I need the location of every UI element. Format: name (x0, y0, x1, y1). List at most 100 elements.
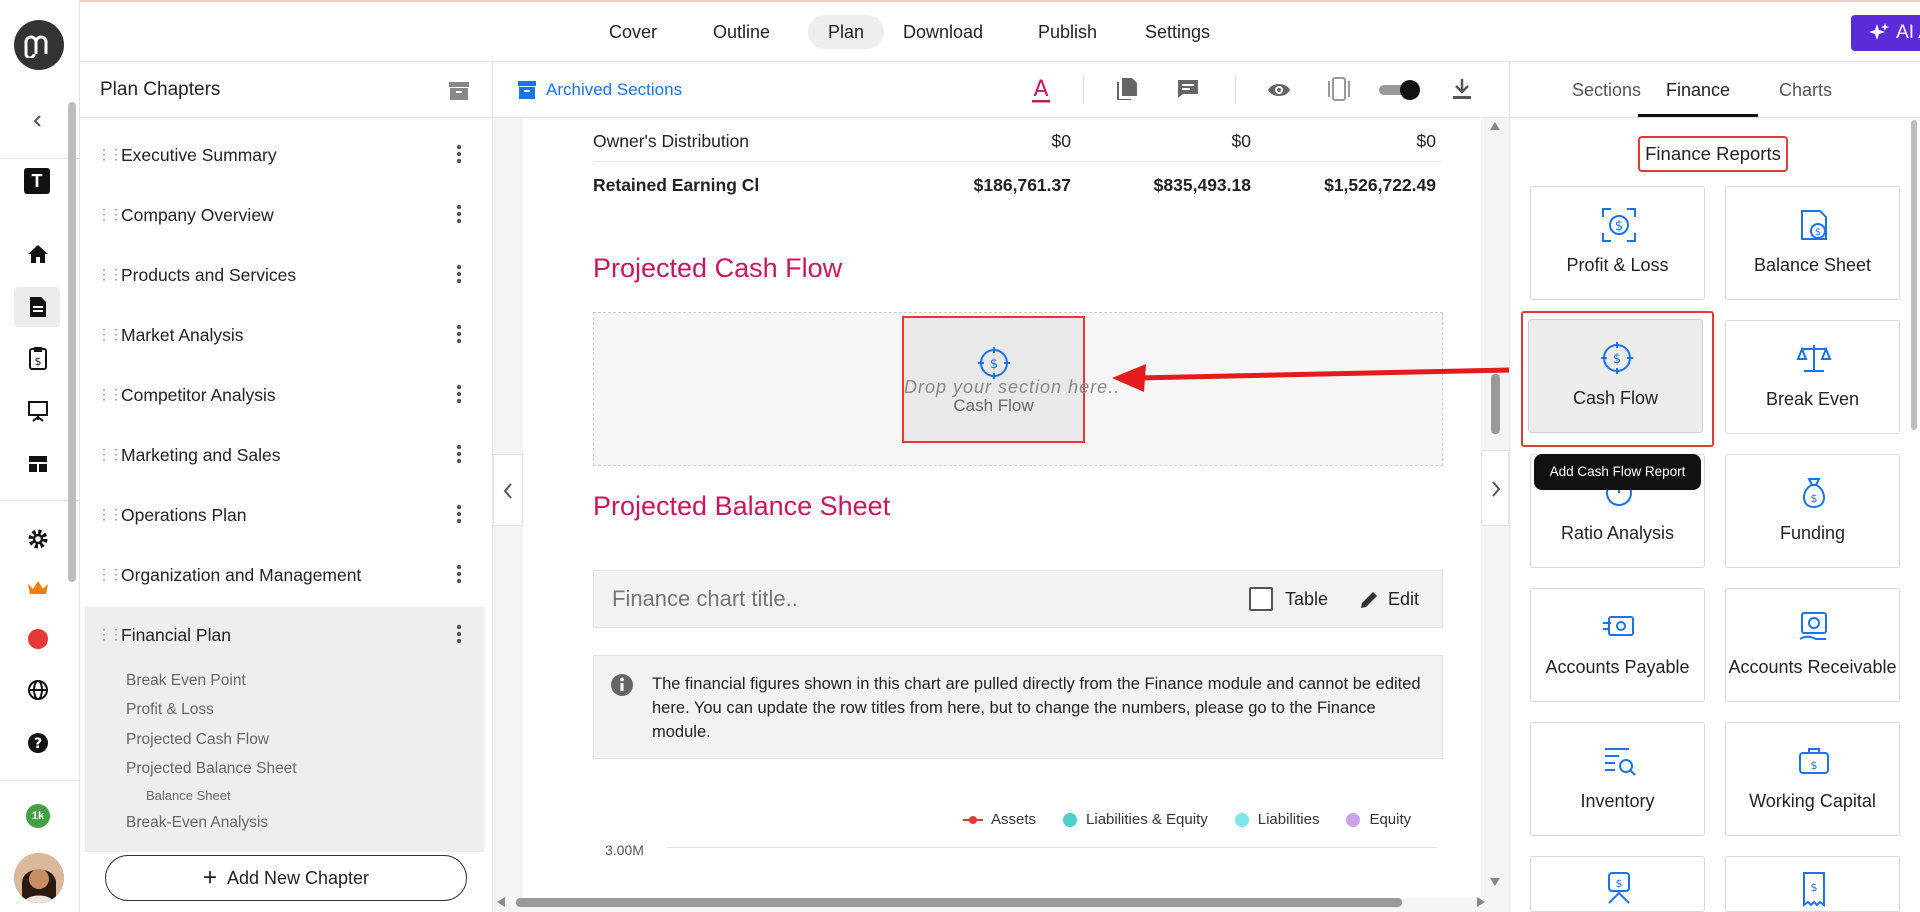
archived-sections-link[interactable]: Archived Sections (518, 80, 682, 100)
collapse-rail-icon[interactable] (25, 108, 51, 134)
report-card-break-even[interactable]: Break Even (1725, 320, 1900, 434)
record-icon[interactable] (25, 626, 51, 652)
drag-handle-icon[interactable]: ⋮⋮ (97, 566, 123, 583)
podium-dollar-icon: $ (1608, 872, 1630, 904)
pencil-icon (1361, 592, 1377, 608)
right-panel-scrollbar[interactable] (1911, 120, 1917, 430)
profit-loss-icon: $ (1602, 208, 1636, 242)
subsection-link[interactable]: Projected Cash Flow (126, 731, 269, 749)
subsection-link[interactable]: Balance Sheet (146, 788, 231, 803)
subsection-link[interactable]: Break-Even Analysis (126, 814, 268, 832)
cash-flow-icon: $ (978, 347, 1010, 379)
drag-handle-icon[interactable]: ⋮⋮ (97, 206, 123, 223)
report-card-more[interactable]: $ (1530, 856, 1705, 912)
text-color-icon[interactable]: A (1031, 76, 1051, 104)
subsection-link[interactable]: Break Even Point (126, 672, 246, 690)
report-card-balance-sheet[interactable]: $ Balance Sheet (1725, 186, 1900, 300)
drag-handle-icon[interactable]: ⋮⋮ (97, 326, 123, 343)
drag-handle-icon[interactable]: ⋮⋮ (97, 446, 123, 463)
row-label[interactable]: Retained Earning Cl (593, 175, 759, 196)
balance-heading[interactable]: Projected Balance Sheet (593, 491, 890, 522)
globe-icon[interactable] (25, 677, 51, 703)
pages-icon[interactable] (1117, 78, 1137, 100)
report-card-profit-loss[interactable]: $ Profit & Loss (1530, 186, 1705, 300)
legend-item[interactable]: Liabilities & Equity (1062, 811, 1208, 828)
crown-icon[interactable] (25, 575, 51, 601)
user-avatar[interactable] (14, 853, 64, 903)
rail-scrollbar[interactable] (68, 102, 76, 582)
presentation-icon[interactable] (25, 398, 51, 424)
report-card-accounts-receivable[interactable]: Accounts Receivable (1725, 588, 1900, 702)
tab-outline[interactable]: Outline (693, 15, 790, 49)
doc-vertical-scrollbar[interactable] (1489, 122, 1501, 888)
tab-sections[interactable]: Sections (1572, 80, 1641, 101)
add-new-chapter-button[interactable]: + Add New Chapter (105, 855, 467, 901)
drag-handle-icon[interactable]: ⋮⋮ (97, 506, 123, 523)
chart-title-input[interactable] (612, 585, 1092, 613)
doc-horizontal-scrollbar[interactable] (497, 895, 1487, 909)
eye-icon[interactable] (1267, 82, 1291, 98)
cell-value: $0 (1051, 131, 1071, 151)
report-card-inventory[interactable]: Inventory (1530, 722, 1705, 836)
legend-item[interactable]: Assets (963, 811, 1036, 828)
legend-item[interactable]: Liabilities (1234, 811, 1319, 828)
table-label: Table (1285, 589, 1329, 609)
download-icon[interactable] (1453, 79, 1471, 99)
credits-badge[interactable]: 1k (26, 804, 50, 828)
comment-icon[interactable] (1177, 79, 1199, 99)
drag-handle-icon[interactable]: ⋮⋮ (97, 266, 123, 283)
subsection-link[interactable]: Projected Balance Sheet (126, 760, 297, 778)
collapse-left-button[interactable] (493, 454, 523, 526)
tab-charts[interactable]: Charts (1779, 80, 1832, 101)
kebab-menu-icon (456, 264, 462, 284)
drag-handle-icon[interactable]: ⋮⋮ (97, 146, 123, 163)
page-layout-icon[interactable] (1326, 77, 1352, 101)
chapter-item[interactable]: ⋮⋮ Executive Summary (85, 126, 484, 186)
gear-icon[interactable] (25, 526, 51, 552)
home-icon[interactable] (25, 241, 51, 267)
tab-cover[interactable]: Cover (589, 15, 677, 49)
tab-finance[interactable]: Finance (1666, 80, 1730, 101)
tab-settings[interactable]: Settings (1125, 15, 1230, 49)
cashflow-heading[interactable]: Projected Cash Flow (593, 253, 842, 284)
chapter-item-active[interactable]: ⋮⋮ Financial Plan (85, 606, 484, 666)
card-label: Balance Sheet (1753, 255, 1872, 275)
chapter-item[interactable]: ⋮⋮ Company Overview (85, 186, 484, 246)
chapter-item[interactable]: ⋮⋮ Organization and Management (85, 546, 484, 606)
chapter-item[interactable]: ⋮⋮ Marketing and Sales (85, 426, 484, 486)
tab-plan[interactable]: Plan (808, 15, 885, 49)
view-toggle-switch[interactable] (1379, 80, 1420, 100)
chapter-item[interactable]: ⋮⋮ Market Analysis (85, 306, 484, 366)
report-card-more[interactable]: $ (1725, 856, 1900, 912)
table-checkbox[interactable] (1249, 587, 1273, 611)
report-card-accounts-payable[interactable]: Accounts Payable (1530, 588, 1705, 702)
workspace-avatar[interactable]: T (24, 168, 50, 194)
tab-download[interactable]: Download (883, 15, 1003, 49)
edit-button[interactable]: Edit (1388, 589, 1419, 610)
archived-sections-label: Archived Sections (546, 80, 683, 99)
app-logo[interactable] (14, 20, 64, 70)
card-label: Accounts Receivable (1728, 657, 1897, 677)
legend-item[interactable]: Equity (1345, 811, 1411, 828)
chapter-item[interactable]: ⋮⋮ Products and Services (85, 246, 484, 306)
archive-icon[interactable] (449, 82, 469, 100)
subsection-link[interactable]: Profit & Loss (126, 701, 214, 719)
chart-title-bar: Table Edit (593, 570, 1443, 628)
drag-handle-icon[interactable]: ⋮⋮ (97, 386, 123, 403)
info-icon (611, 674, 633, 696)
chapter-item[interactable]: ⋮⋮ Operations Plan (85, 486, 484, 546)
drag-handle-icon[interactable]: ⋮⋮ (97, 626, 123, 643)
row-label[interactable]: Owner's Distribution (593, 131, 749, 152)
help-icon[interactable]: ? (25, 730, 51, 756)
svg-text:$: $ (990, 357, 998, 372)
chapter-item[interactable]: ⋮⋮ Competitor Analysis (85, 366, 484, 426)
legend-label: Equity (1369, 811, 1412, 828)
ai-assist-button[interactable]: AI Assist (1851, 15, 1920, 51)
clipboard-dollar-icon[interactable]: $ (25, 345, 51, 371)
report-card-cash-flow[interactable]: $ Cash Flow (1528, 319, 1703, 433)
kebab-menu-icon (456, 564, 462, 584)
tab-publish[interactable]: Publish (1018, 15, 1117, 49)
dashboard-icon[interactable] (25, 451, 51, 477)
report-card-funding[interactable]: $ Funding (1725, 454, 1900, 568)
report-card-working-capital[interactable]: $ Working Capital (1725, 722, 1900, 836)
